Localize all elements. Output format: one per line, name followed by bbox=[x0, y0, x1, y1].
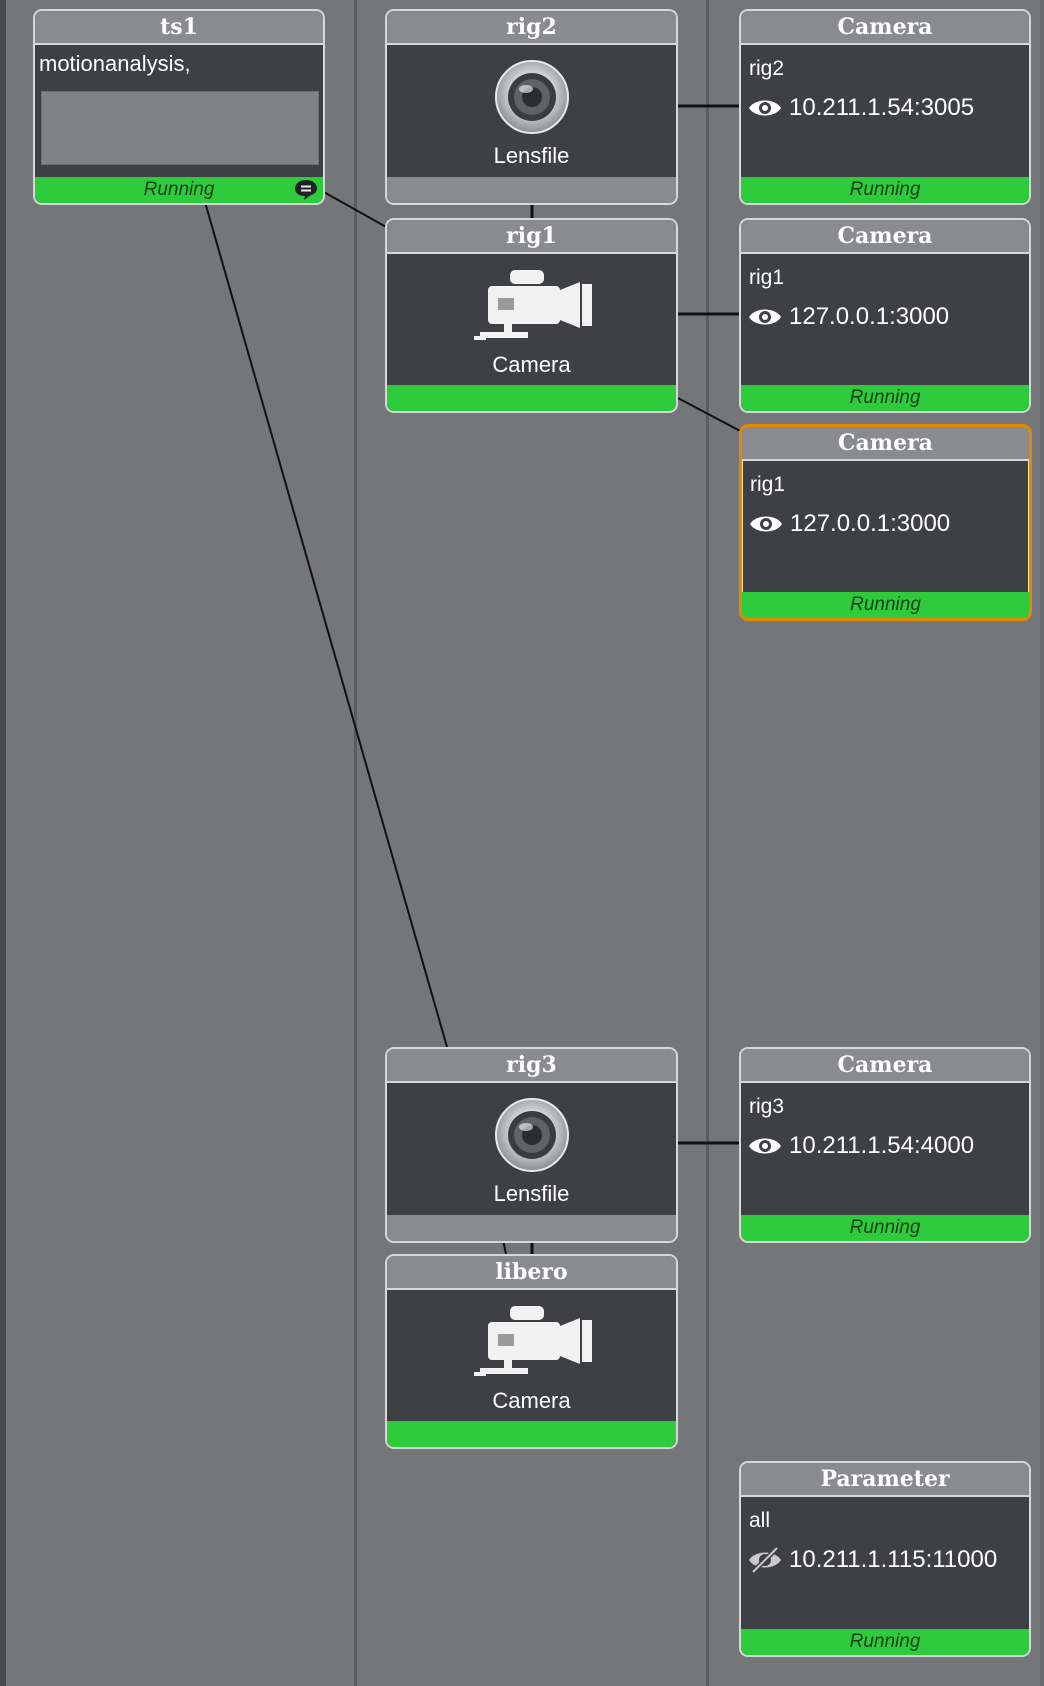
node-title: rig1 bbox=[387, 220, 676, 254]
node-title: libero bbox=[387, 1256, 676, 1290]
eye-icon[interactable] bbox=[747, 96, 783, 120]
status-label: Running bbox=[849, 179, 921, 200]
eye-icon[interactable] bbox=[747, 1134, 783, 1158]
status-label: Running bbox=[143, 179, 215, 200]
video-camera-icon bbox=[470, 1304, 594, 1384]
node-title: Parameter bbox=[741, 1463, 1029, 1497]
node-caption: Camera bbox=[492, 352, 571, 377]
status-badge: Running bbox=[741, 1629, 1029, 1655]
node-rig3[interactable]: rig3 Lensfile bbox=[385, 1047, 678, 1243]
node-caption: Camera bbox=[492, 1388, 571, 1413]
status-badge: Running bbox=[741, 385, 1029, 411]
eye-icon[interactable] bbox=[747, 305, 783, 329]
eye-icon[interactable] bbox=[748, 512, 784, 536]
status-badge: Running bbox=[742, 592, 1029, 618]
eye-hidden-icon[interactable] bbox=[747, 1546, 783, 1574]
node-rig1[interactable]: rig1 Camera bbox=[385, 218, 678, 413]
node-title: Camera bbox=[742, 427, 1029, 461]
chat-bubble-icon[interactable] bbox=[293, 179, 319, 201]
address-label: 10.211.1.54:3005 bbox=[789, 94, 975, 121]
address-label: 127.0.0.1:3000 bbox=[789, 303, 950, 330]
node-libero[interactable]: libero Camera bbox=[385, 1254, 678, 1449]
node-caption: Lensfile bbox=[493, 143, 570, 168]
status-badge: Running bbox=[741, 177, 1029, 203]
status-badge: Running bbox=[35, 177, 323, 203]
status-label: Running bbox=[850, 594, 921, 615]
node-subtitle: rig3 bbox=[749, 1095, 785, 1118]
node-subtitle: rig1 bbox=[750, 473, 786, 496]
node-camera-rig1[interactable]: Camera rig1 127.0.0.1:3000 Running bbox=[739, 218, 1031, 413]
node-subtitle: all bbox=[749, 1509, 771, 1532]
node-title: Camera bbox=[741, 1049, 1029, 1083]
node-camera-rig2[interactable]: Camera rig2 10.211.1.54:3005 Running bbox=[739, 9, 1031, 205]
node-subtitle: rig2 bbox=[749, 57, 785, 80]
node-title: Camera bbox=[741, 220, 1029, 254]
lens-icon bbox=[494, 1097, 570, 1177]
wire-ts1-rig1 bbox=[321, 190, 389, 229]
address-label: 10.211.1.115:11000 bbox=[789, 1546, 998, 1573]
video-camera-icon bbox=[470, 268, 594, 348]
node-ts1[interactable]: ts1 motionanalysis, Running bbox=[33, 9, 325, 205]
address-label: 127.0.0.1:3000 bbox=[790, 510, 951, 537]
status-bar bbox=[387, 177, 676, 203]
node-subtitle: rig1 bbox=[749, 266, 785, 289]
node-parameter[interactable]: Parameter all 10.211.1.115:11000 Running bbox=[739, 1461, 1031, 1657]
status-badge: Running bbox=[741, 1215, 1029, 1241]
status-label: Running bbox=[849, 1217, 921, 1238]
text-area[interactable] bbox=[41, 91, 319, 165]
wire-rig1-camera-selected bbox=[675, 396, 745, 434]
node-camera-rig3[interactable]: Camera rig3 10.211.1.54:4000 Running bbox=[739, 1047, 1031, 1243]
address-label: 10.211.1.54:4000 bbox=[789, 1132, 975, 1159]
node-camera-rig1-selected[interactable]: Camera rig1 127.0.0.1:3000 Running bbox=[739, 424, 1032, 621]
lens-icon bbox=[494, 59, 570, 139]
node-title: rig2 bbox=[387, 11, 676, 45]
node-text: motionanalysis, bbox=[39, 51, 191, 76]
node-caption: Lensfile bbox=[493, 1181, 570, 1206]
node-rig2[interactable]: rig2 Lensfile bbox=[385, 9, 678, 205]
status-label: Running bbox=[849, 387, 921, 408]
status-bar bbox=[387, 385, 676, 411]
status-bar bbox=[387, 1421, 676, 1447]
node-title: rig3 bbox=[387, 1049, 676, 1083]
status-label: Running bbox=[849, 1631, 921, 1652]
node-title: Camera bbox=[741, 11, 1029, 45]
node-title: ts1 bbox=[35, 11, 323, 45]
status-bar bbox=[387, 1215, 676, 1241]
